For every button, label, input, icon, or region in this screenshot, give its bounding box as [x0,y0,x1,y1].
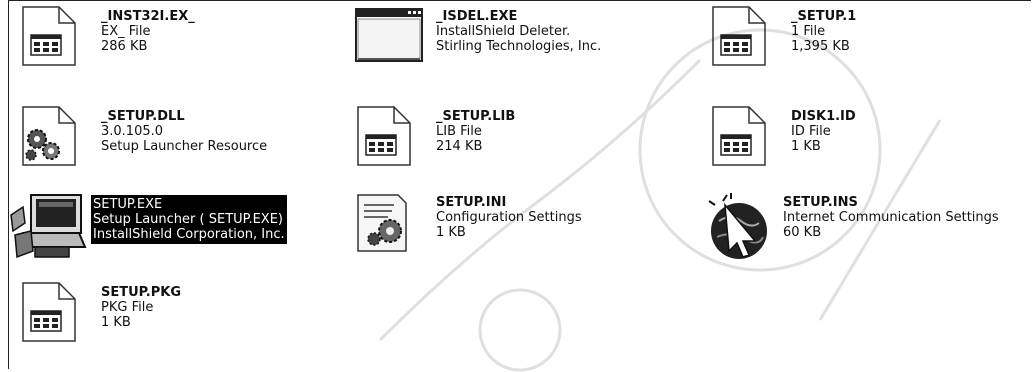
file-size: 286 KB [101,39,148,54]
file-company: Stirling Technologies, Inc. [436,39,602,54]
file-name: _SETUP.DLL [101,109,185,124]
file-size: 60 KB [783,225,822,240]
internet-settings-icon [701,191,777,259]
file-description: Setup Launcher Resource [101,139,268,154]
file-size: 1 KB [436,225,466,240]
file-name: _INST32I.EX_ [101,9,195,24]
file-name: _ISDEL.EXE [436,9,518,24]
file-name: SETUP.PKG [101,285,182,300]
file-description: Setup Launcher ( SETUP.EXE) [93,212,283,227]
file-name: SETUP.INS [783,195,858,210]
generic-file-icon [19,281,89,347]
generic-file-icon [354,105,424,171]
file-type: Internet Communication Settings [783,210,999,225]
file-size: 1 KB [101,315,131,330]
window-icon [354,5,424,71]
file-name: DISK1.ID [791,109,856,124]
file-type: PKG File [101,300,154,315]
file-description: InstallShield Deleter. [436,24,571,39]
file-type: Configuration Settings [436,210,582,225]
file-item-setup-ini[interactable]: SETUP.INI Configuration Settings 1 KB [354,191,582,257]
gears-dll-icon [19,105,89,171]
installer-computer-icon [9,191,89,259]
file-view-pane: _INST32I.EX_ EX_ File 286 KB _ISDEL.EXE … [8,0,1031,369]
generic-file-icon [19,5,89,71]
file-size: 214 KB [436,139,483,154]
file-item-isdel[interactable]: _ISDEL.EXE InstallShield Deleter. Stirli… [354,5,601,71]
file-item-disk1-id[interactable]: DISK1.ID ID File 1 KB [709,105,856,171]
file-version: 3.0.105.0 [101,124,164,139]
generic-file-icon [709,5,779,71]
file-size: 1 KB [791,139,821,154]
file-type: ID File [791,124,831,139]
file-item-inst32i[interactable]: _INST32I.EX_ EX_ File 286 KB [19,5,195,71]
file-item-setup-pkg[interactable]: SETUP.PKG PKG File 1 KB [19,281,181,347]
file-type: LIB File [436,124,482,139]
config-settings-icon [354,191,424,257]
file-name: _SETUP.1 [791,9,857,24]
file-type: EX_ File [101,24,151,39]
file-item-setup-exe[interactable]: SETUP.EXE Setup Launcher ( SETUP.EXE) In… [9,191,287,259]
generic-file-icon [709,105,779,171]
file-item-setup-ins[interactable]: SETUP.INS Internet Communication Setting… [701,191,999,259]
file-item-setup-lib[interactable]: _SETUP.LIB LIB File 214 KB [354,105,515,171]
file-item-setup1[interactable]: _SETUP.1 1 File 1,395 KB [709,5,856,71]
file-name: SETUP.EXE [93,197,163,212]
file-size: 1,395 KB [791,39,850,54]
file-item-setup-dll[interactable]: _SETUP.DLL 3.0.105.0 Setup Launcher Reso… [19,105,267,171]
file-type: 1 File [791,24,826,39]
file-name: SETUP.INI [436,195,507,210]
file-company: InstallShield Corporation, Inc. [93,227,285,242]
file-name: _SETUP.LIB [436,109,516,124]
